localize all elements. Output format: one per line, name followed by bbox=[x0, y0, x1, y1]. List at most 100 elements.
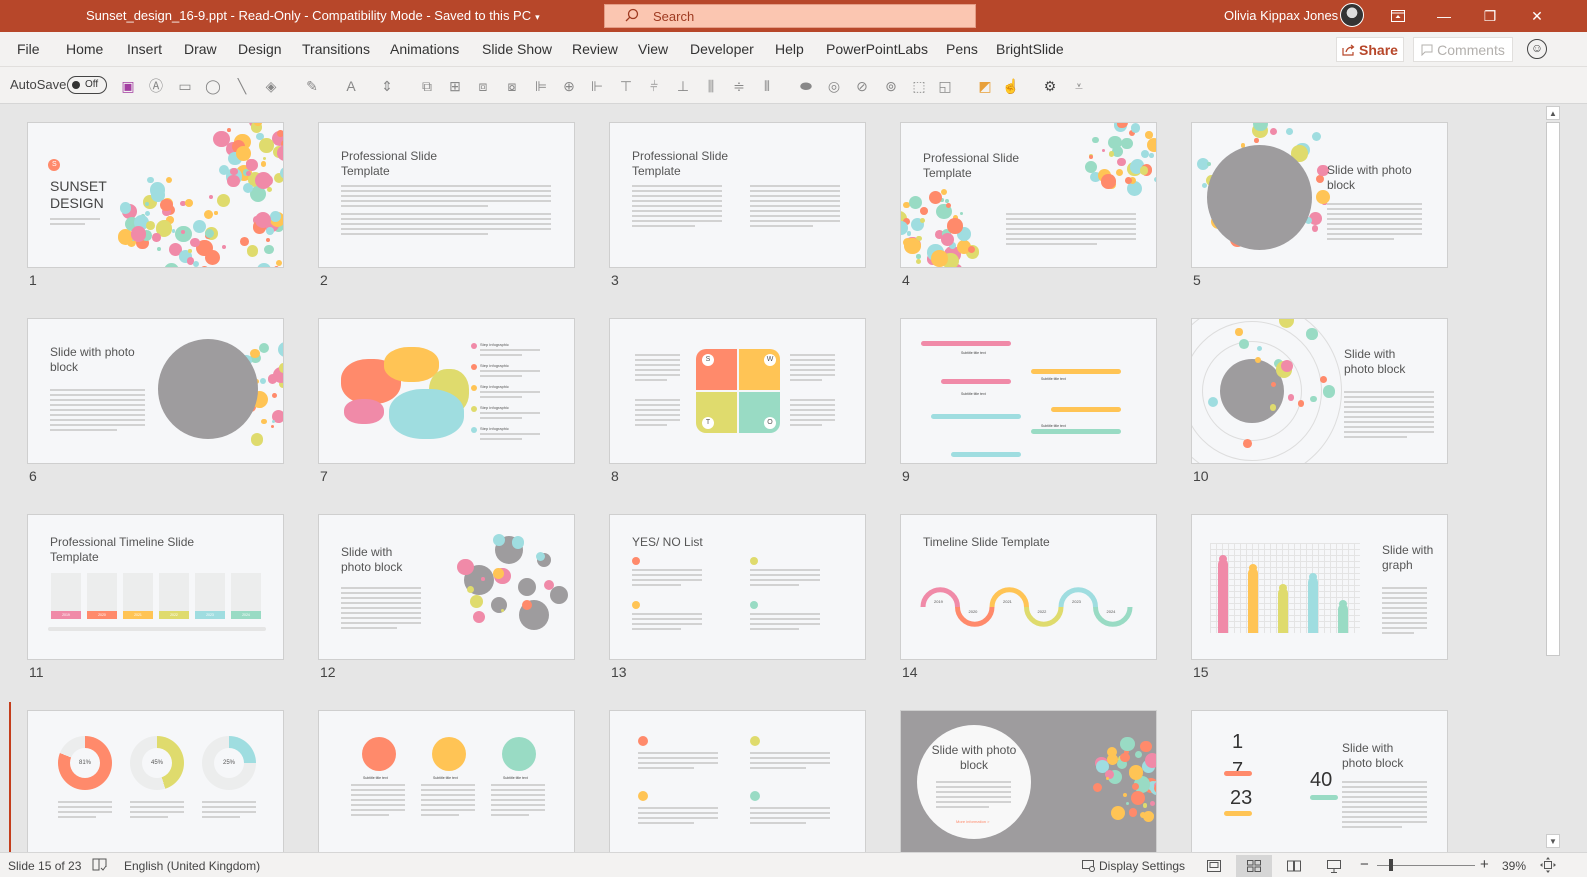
align-bottom-icon[interactable]: ⊥ bbox=[674, 77, 692, 95]
settings-icon[interactable]: ⚙ bbox=[1041, 77, 1059, 95]
line-icon[interactable]: ╲ bbox=[233, 77, 251, 95]
slide-thumbnail[interactable]: S SUNSET DESIGN bbox=[27, 122, 284, 268]
align-left-icon[interactable]: ⊫ bbox=[532, 77, 550, 95]
slide-thumbnail[interactable]: 81% 45% 25% bbox=[27, 710, 284, 852]
slide-counter[interactable]: Slide 15 of 23 bbox=[8, 859, 81, 873]
autosave-toggle[interactable]: Off bbox=[67, 76, 107, 94]
tab-powerpointlabs[interactable]: PowerPointLabs bbox=[826, 41, 928, 57]
user-name[interactable]: Olivia Kippax Jones bbox=[1224, 8, 1338, 23]
slide-thumbnail[interactable]: Slide with photo block More information > bbox=[900, 710, 1157, 852]
scroll-up-arrow-icon[interactable]: ▲ bbox=[1546, 106, 1560, 120]
tab-brightslide[interactable]: BrightSlide bbox=[996, 41, 1064, 57]
slide-thumbnail[interactable]: 1 7 23 40 Slide with photo block bbox=[1191, 710, 1448, 852]
slide-show-button[interactable] bbox=[1316, 855, 1352, 877]
tab-animations[interactable]: Animations bbox=[390, 41, 459, 57]
zoom-in-button[interactable]: + bbox=[1480, 856, 1489, 873]
send-to-back-icon[interactable]: ⧇ bbox=[503, 77, 521, 95]
slide-thumbnail[interactable]: Slide with photo block bbox=[1191, 122, 1448, 268]
slide-thumbnail[interactable]: Slide with photo block bbox=[318, 514, 575, 660]
merge-combine-icon[interactable]: ◎ bbox=[825, 77, 843, 95]
spelling-check-icon[interactable] bbox=[92, 858, 107, 872]
tab-transitions[interactable]: Transitions bbox=[302, 41, 370, 57]
tab-home[interactable]: Home bbox=[66, 41, 103, 57]
restore-button[interactable]: ❐ bbox=[1467, 0, 1513, 32]
slide-thumbnail[interactable] bbox=[609, 710, 866, 852]
document-title[interactable]: Sunset_design_16-9.ppt - Read-Only - Com… bbox=[86, 8, 540, 23]
slide-thumbnail[interactable]: Slide with graph bbox=[1191, 514, 1448, 660]
slide-thumbnail[interactable]: S W T O bbox=[609, 318, 866, 464]
merge-union-icon[interactable]: ⬬ bbox=[797, 77, 815, 95]
tab-design[interactable]: Design bbox=[238, 41, 282, 57]
font-color-icon[interactable]: A bbox=[342, 77, 360, 95]
zoom-slider[interactable] bbox=[1377, 859, 1475, 871]
ribbon-display-options-button[interactable] bbox=[1375, 0, 1421, 32]
tab-help[interactable]: Help bbox=[775, 41, 804, 57]
close-button[interactable]: ✕ bbox=[1514, 0, 1560, 32]
normal-view-button[interactable] bbox=[1196, 855, 1232, 877]
tab-insert[interactable]: Insert bbox=[127, 41, 162, 57]
merge-intersect-icon[interactable]: ⊚ bbox=[882, 77, 900, 95]
shape-outline-icon[interactable]: ✎ bbox=[303, 77, 321, 95]
share-button[interactable]: Share bbox=[1336, 37, 1404, 62]
slide-sorter[interactable]: S SUNSET DESIGN 1 Professional Slide Templa… bbox=[0, 104, 1545, 852]
slide-thumbnail[interactable]: Slide with photo block bbox=[1191, 318, 1448, 464]
search-box[interactable]: Search bbox=[604, 4, 976, 28]
group-icon[interactable]: ⊞ bbox=[446, 77, 464, 95]
tab-draw[interactable]: Draw bbox=[184, 41, 217, 57]
slide-thumbnail[interactable]: Step infographic Step infographic Step inf… bbox=[318, 318, 575, 464]
align-top-icon[interactable]: ⊤ bbox=[617, 77, 635, 95]
distribute-vertical-icon[interactable]: ≑ bbox=[730, 77, 748, 95]
slide-thumbnail[interactable]: Professional Slide Template bbox=[900, 122, 1157, 268]
slide-thumbnail[interactable]: Subtitle title text Subtitle title text Su… bbox=[318, 710, 575, 852]
slide-thumbnail[interactable]: Slide with photo block bbox=[27, 318, 284, 464]
minimize-button[interactable]: — bbox=[1421, 0, 1467, 32]
tab-developer[interactable]: Developer bbox=[690, 41, 754, 57]
chevron-down-icon[interactable]: ▾ bbox=[535, 12, 540, 22]
reading-view-button[interactable] bbox=[1276, 855, 1312, 877]
tab-pens[interactable]: Pens bbox=[946, 41, 978, 57]
shape-fill-icon[interactable]: ◈ bbox=[262, 77, 280, 95]
save-icon[interactable]: ▣ bbox=[119, 77, 137, 95]
avatar[interactable] bbox=[1340, 3, 1364, 27]
slide-thumbnail[interactable]: Timeline Slide Template 2019 2020 2021 2022 2… bbox=[900, 514, 1157, 660]
send-backward-icon[interactable]: ⧈ bbox=[474, 77, 492, 95]
scroll-down-arrow-icon[interactable]: ▼ bbox=[1546, 834, 1560, 848]
tab-file[interactable]: File bbox=[17, 41, 40, 57]
more-info-link[interactable]: More information > bbox=[956, 819, 989, 824]
rectangle-icon[interactable]: ▭ bbox=[176, 77, 194, 95]
oval-icon[interactable]: ◯ bbox=[204, 77, 222, 95]
slide-thumbnail[interactable]: Professional Timeline Slide Template 2019… bbox=[27, 514, 284, 660]
align-middle-icon[interactable]: ⫩ bbox=[645, 77, 663, 95]
slide-thumbnail[interactable]: Professional Slide Template bbox=[318, 122, 575, 268]
merge-fragment-icon[interactable]: ⊘ bbox=[853, 77, 871, 95]
tab-view[interactable]: View bbox=[638, 41, 668, 57]
distribute-horizontal-icon[interactable]: ⫼ bbox=[702, 77, 720, 95]
tab-review[interactable]: Review bbox=[572, 41, 618, 57]
fit-to-window-icon[interactable] bbox=[1540, 857, 1556, 873]
align-center-icon[interactable]: ⊕ bbox=[560, 77, 578, 95]
align-right-icon[interactable]: ⊩ bbox=[588, 77, 606, 95]
text-box-icon[interactable]: Ⓐ bbox=[147, 77, 165, 95]
slide-thumbnail[interactable]: Subtitle title text Subtitle title text Su… bbox=[900, 318, 1157, 464]
zoom-out-button[interactable]: − bbox=[1360, 856, 1369, 873]
bring-forward-icon[interactable]: ⧉ bbox=[418, 77, 436, 95]
language-indicator[interactable]: English (United Kingdom) bbox=[124, 859, 260, 873]
tab-slide-show[interactable]: Slide Show bbox=[482, 41, 552, 57]
slide-sorter-view-button[interactable] bbox=[1236, 855, 1272, 877]
resize-icon[interactable]: ⇕ bbox=[378, 77, 396, 95]
slide-thumbnail[interactable]: YES/ NO List bbox=[609, 514, 866, 660]
change-shape-icon[interactable]: ◱ bbox=[936, 77, 954, 95]
zoom-slider-knob[interactable] bbox=[1388, 859, 1393, 871]
customize-qat-icon[interactable]: ⩡ bbox=[1070, 77, 1088, 95]
vertical-scrollbar[interactable]: ▲ ▼ bbox=[1545, 104, 1561, 852]
display-settings-button[interactable]: Display Settings bbox=[1082, 859, 1185, 873]
comments-button[interactable]: Comments bbox=[1413, 37, 1513, 62]
edit-points-icon[interactable]: ⬚ bbox=[910, 77, 928, 95]
zoom-level[interactable]: 39% bbox=[1502, 859, 1526, 873]
touch-mode-icon[interactable]: ☝ bbox=[1002, 77, 1020, 95]
scrollbar-thumb[interactable] bbox=[1546, 122, 1560, 656]
feedback-smiley-icon[interactable]: ☺ bbox=[1527, 39, 1547, 59]
distribute-columns-icon[interactable]: ⦀ bbox=[758, 77, 776, 95]
selection-pane-icon[interactable]: ◩ bbox=[976, 77, 994, 95]
slide-thumbnail[interactable]: Professional Slide Template bbox=[609, 122, 866, 268]
